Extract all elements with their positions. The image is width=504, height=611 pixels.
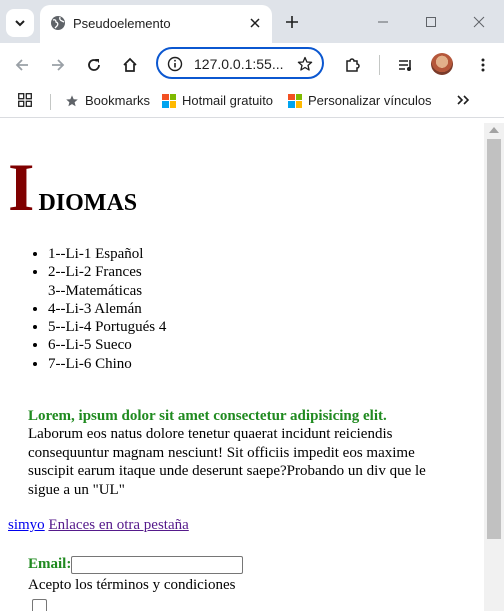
- minimize-icon: [378, 21, 388, 23]
- maximize-icon: [426, 17, 436, 27]
- home-icon: [123, 57, 137, 72]
- list-item: 1--Li-1 Español: [48, 245, 166, 263]
- list-item: 4--Li-3 Alemán: [48, 300, 166, 318]
- tab-search-button[interactable]: [6, 9, 34, 37]
- bookmark-star-button[interactable]: [296, 55, 314, 73]
- apps-grid-icon: [18, 93, 32, 107]
- list-item: 2--Li-2 Frances: [48, 263, 166, 281]
- reload-icon: [88, 59, 100, 71]
- apps-button[interactable]: [18, 93, 32, 107]
- puzzle-icon: [346, 58, 360, 72]
- bookmark-item-personalizar[interactable]: Personalizar vínculos: [288, 93, 432, 108]
- paragraph-block: Lorem, ipsum dolor sit amet consectetur …: [28, 407, 458, 499]
- extensions-button[interactable]: [341, 54, 363, 76]
- plus-icon: [286, 16, 298, 28]
- bookmark-label: Bookmarks: [85, 93, 151, 108]
- more-vertical-icon: [481, 58, 485, 72]
- info-icon: [167, 56, 183, 72]
- arrow-right-icon: [52, 59, 65, 71]
- signup-form: Email: Acepto los términos y condiciones: [28, 555, 244, 611]
- media-control-button[interactable]: [395, 54, 417, 76]
- tab-close-button[interactable]: [246, 14, 264, 32]
- terms-checkbox[interactable]: [32, 599, 47, 611]
- chevron-double-right-icon: [457, 95, 470, 105]
- arrow-left-icon: [15, 59, 28, 71]
- microsoft-logo-icon: [288, 93, 302, 108]
- chevron-down-icon: [15, 20, 25, 27]
- reload-button[interactable]: [83, 54, 105, 76]
- scroll-up-arrow-icon[interactable]: [489, 127, 499, 133]
- bookmark-item-hotmail[interactable]: Hotmail gratuito: [162, 93, 273, 108]
- playlist-icon: [399, 60, 411, 71]
- profile-avatar[interactable]: [431, 53, 453, 75]
- url-text: 127.0.0.1:55...: [194, 56, 284, 72]
- page-heading: I DIOMAS: [8, 153, 137, 221]
- list-item: 5--Li-4 Portugués 4: [48, 318, 166, 336]
- microsoft-logo-icon: [162, 93, 176, 108]
- browser-menu-button[interactable]: [472, 54, 494, 76]
- star-icon: [66, 94, 78, 106]
- terms-label: Acepto los términos y condiciones: [28, 577, 236, 593]
- bookmark-item-bookmarks[interactable]: Bookmarks: [65, 93, 150, 108]
- tab-strip: Pseudoelemento: [0, 0, 504, 43]
- close-icon: [473, 16, 485, 28]
- more-bookmarks-button[interactable]: [456, 93, 470, 107]
- bookmarks-bar: Bookmarks Hotmail gratuito Personalizar …: [0, 87, 504, 118]
- page-viewport: I DIOMAS 1--Li-1 Español 2--Li-2 Frances…: [0, 123, 484, 611]
- list-item: 7--Li-6 Chino: [48, 355, 166, 373]
- language-list: 1--Li-1 Español 2--Li-2 Frances 3--Matem…: [0, 245, 166, 373]
- bookmark-label: Hotmail gratuito: [182, 93, 274, 108]
- home-button[interactable]: [119, 54, 141, 76]
- bookmarks-divider: [50, 94, 51, 110]
- toolbar-divider: [379, 55, 380, 75]
- maximize-button[interactable]: [421, 12, 441, 32]
- scrollbar-thumb[interactable]: [487, 139, 501, 539]
- paragraph-strong: Lorem, ipsum dolor sit amet consectetur …: [28, 408, 387, 424]
- links-row: simyo Enlaces en otra pestaña: [8, 517, 189, 534]
- back-button[interactable]: [11, 54, 33, 76]
- tab-active[interactable]: Pseudoelemento: [40, 5, 272, 43]
- forward-button[interactable]: [47, 54, 69, 76]
- email-label: Email:: [28, 556, 72, 572]
- close-icon: [250, 18, 260, 28]
- bookmark-label: Personalizar vínculos: [308, 93, 432, 108]
- heading-text: DIOMAS: [38, 190, 138, 216]
- new-tab-button[interactable]: [282, 12, 302, 32]
- star-outline-icon: [297, 56, 313, 71]
- page-scrollbar[interactable]: [484, 123, 504, 611]
- site-info-button[interactable]: [166, 55, 184, 73]
- list-item: 6--Li-5 Sueco: [48, 336, 166, 354]
- link-simyo[interactable]: simyo: [8, 517, 45, 533]
- email-field[interactable]: [71, 555, 244, 574]
- heading-drop-cap: I: [8, 149, 35, 225]
- close-window-button[interactable]: [469, 12, 489, 32]
- list-item: 3--Matemáticas: [48, 282, 143, 299]
- paragraph-body: Laborum eos natus dolore tenetur quaerat…: [28, 426, 426, 498]
- link-external-tab[interactable]: Enlaces en otra pestaña: [48, 517, 188, 533]
- globe-icon: [51, 16, 65, 30]
- browser-toolbar: 127.0.0.1:55...: [0, 43, 504, 87]
- tab-title: Pseudoelemento: [73, 16, 171, 31]
- minimize-button[interactable]: [373, 12, 393, 32]
- address-bar[interactable]: 127.0.0.1:55...: [156, 47, 324, 79]
